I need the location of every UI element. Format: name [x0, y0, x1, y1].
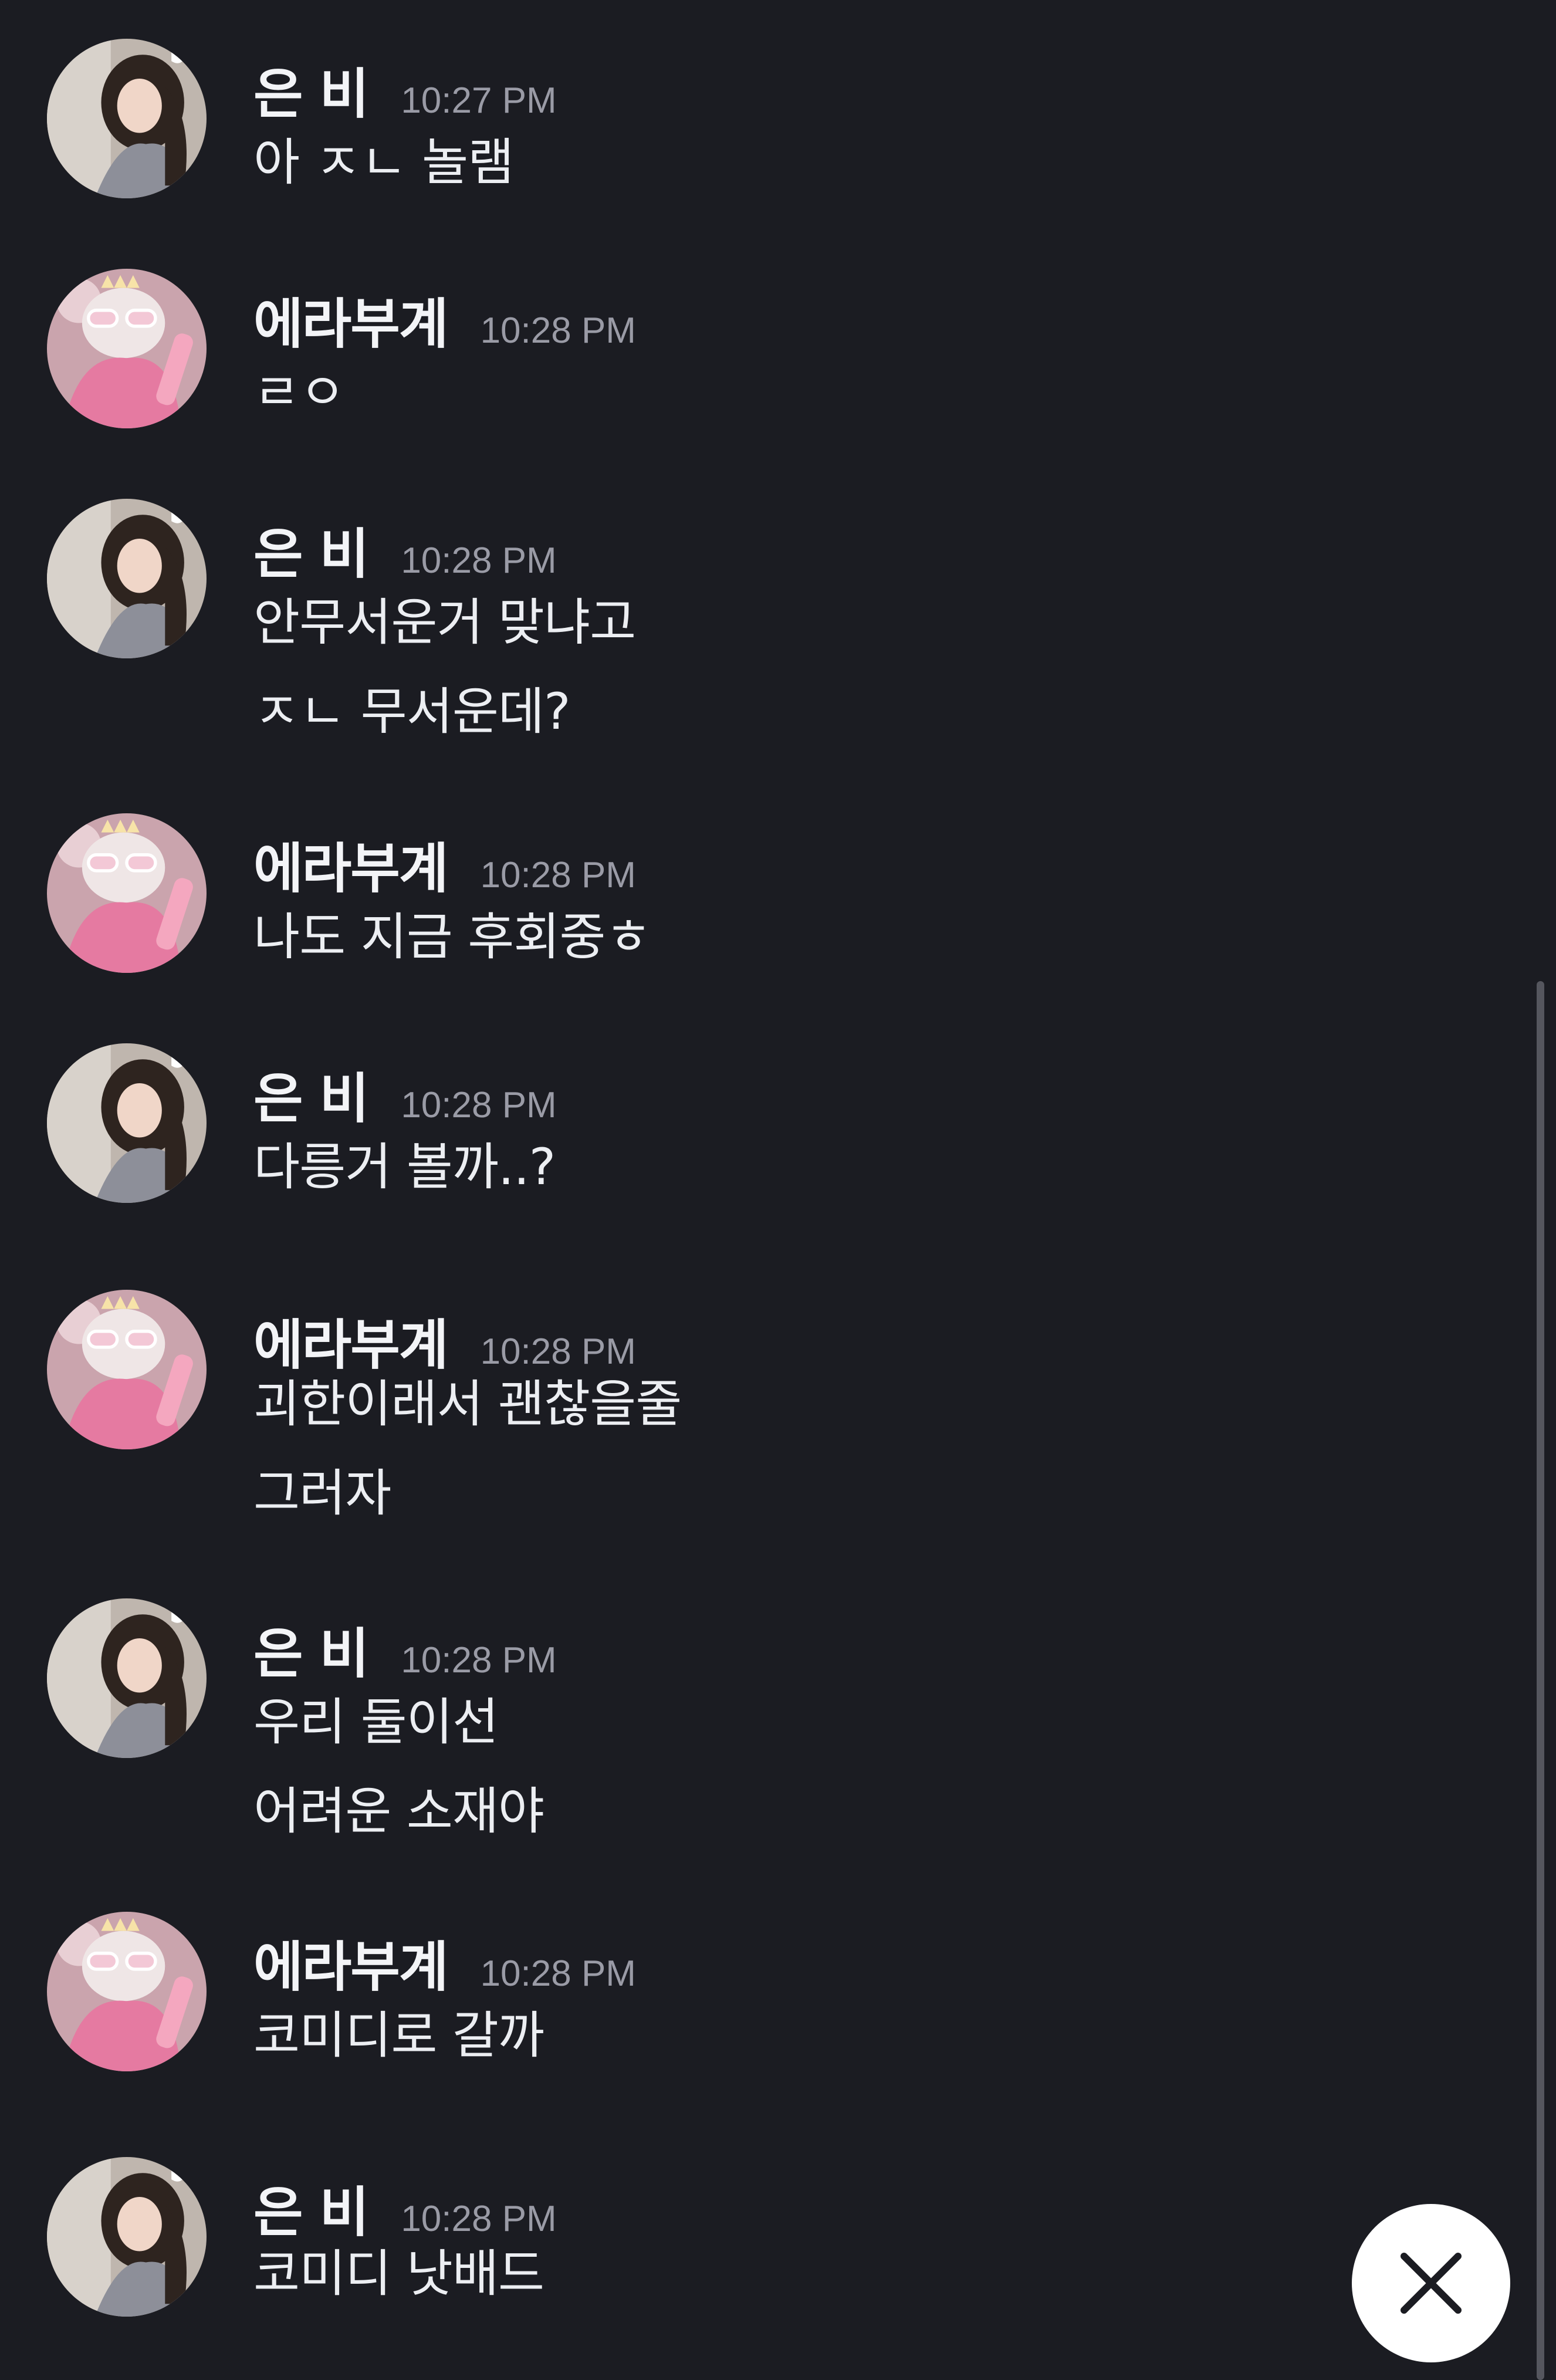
timestamp: 10:28 PM	[480, 1953, 636, 1994]
username[interactable]: 은 비	[253, 511, 369, 589]
message-header: 에라부계 10:28 PM	[253, 1923, 636, 1999]
message-header: 은 비 10:28 PM	[253, 511, 557, 586]
message-text[interactable]: 우리 둘이선	[253, 1681, 499, 1754]
message-text[interactable]: ㄹㅇ	[253, 351, 346, 424]
message-text[interactable]: 코미디 낫배드	[253, 2232, 544, 2305]
avatar-eunbi[interactable]	[47, 499, 207, 658]
message-header: 은 비 10:28 PM	[253, 1610, 557, 1685]
timestamp: 10:28 PM	[480, 310, 636, 351]
avatar-portrait-icon	[47, 39, 207, 198]
avatar-eunbi[interactable]	[47, 2157, 207, 2317]
avatar-pink-cat-icon	[47, 813, 207, 973]
username[interactable]: 은 비	[253, 50, 369, 129]
message-header: 은 비 10:28 PM	[253, 1055, 557, 1130]
message-text[interactable]: 나도 지금 후회중ㅎ	[253, 895, 652, 969]
message-text[interactable]: 안무서운거 맞냐고	[253, 581, 636, 654]
close-button[interactable]	[1352, 2204, 1510, 2362]
avatar-pink-cat-icon	[47, 269, 207, 428]
avatar-eunbi[interactable]	[47, 39, 207, 198]
avatar-pink-cat-icon	[47, 1912, 207, 2071]
username[interactable]: 에라부계	[253, 1923, 449, 2002]
message-text[interactable]: ㅈㄴ 무서운데?	[253, 670, 571, 743]
close-icon	[1401, 2253, 1462, 2314]
timestamp: 10:28 PM	[401, 1085, 557, 1125]
message-header: 에라부계 10:28 PM	[253, 1301, 636, 1377]
username[interactable]: 에라부계	[253, 280, 449, 359]
message-header: 에라부계 10:28 PM	[253, 825, 636, 900]
avatar-erabugye[interactable]	[47, 269, 207, 428]
message-text[interactable]: 어려운 소재야	[253, 1770, 544, 1843]
message-header: 에라부계 10:28 PM	[253, 280, 636, 356]
username[interactable]: 은 비	[253, 1055, 369, 1133]
avatar-eunbi[interactable]	[47, 1598, 207, 1758]
scrollbar[interactable]	[1537, 981, 1544, 2380]
timestamp: 10:28 PM	[480, 855, 636, 895]
username[interactable]: 은 비	[253, 1610, 369, 1688]
avatar-portrait-icon	[47, 499, 207, 658]
message-text[interactable]: 다릉거 볼까..?	[253, 1125, 556, 1199]
chat-message-list[interactable]: 은 비 10:27 PM 아 ㅈㄴ 놀램 에라부계 10:28 PM ㄹㅇ 은 …	[0, 0, 1556, 2380]
message-text[interactable]: 코미디로 갈까	[253, 1994, 544, 2067]
message-text[interactable]: 그러자	[253, 1452, 391, 1525]
message-text[interactable]: 괴한이래서 괜찮을줄	[253, 1363, 682, 1436]
timestamp: 10:28 PM	[401, 1640, 557, 1681]
avatar-erabugye[interactable]	[47, 1290, 207, 1449]
timestamp: 10:27 PM	[401, 80, 557, 121]
message-header: 은 비 10:27 PM	[253, 50, 557, 126]
username[interactable]: 에라부계	[253, 825, 449, 903]
avatar-eunbi[interactable]	[47, 1043, 207, 1203]
timestamp: 10:28 PM	[401, 540, 557, 581]
avatar-erabugye[interactable]	[47, 1912, 207, 2071]
avatar-erabugye[interactable]	[47, 813, 207, 973]
avatar-pink-cat-icon	[47, 1290, 207, 1449]
avatar-portrait-icon	[47, 2157, 207, 2317]
avatar-portrait-icon	[47, 1043, 207, 1203]
avatar-portrait-icon	[47, 1598, 207, 1758]
message-header: 은 비 10:28 PM	[253, 2169, 557, 2244]
message-text[interactable]: 아 ㅈㄴ 놀램	[253, 121, 514, 194]
